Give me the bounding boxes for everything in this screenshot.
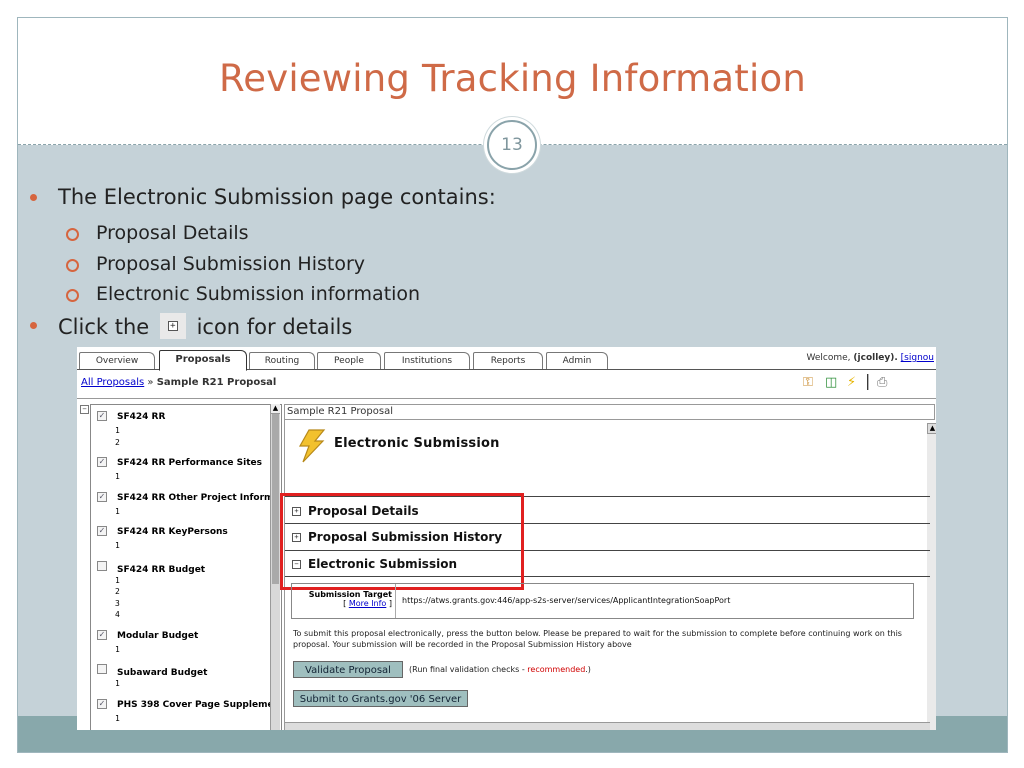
tab-admin[interactable]: Admin [546,352,608,369]
tree-subitem[interactable]: 3 [115,599,120,608]
tab-institutions[interactable]: Institutions [384,352,470,369]
submission-target-box: Submission Target [ More Info ] https://… [291,583,914,619]
checkbox-unchecked[interactable] [97,664,107,674]
tab-people[interactable]: People [317,352,381,369]
bolt-icon[interactable]: ⚡ [847,375,856,391]
submit-instructions: To submit this proposal electronically, … [293,629,902,649]
form-tree: ✓ SF424 RR 1 2 ✓ SF424 RR Performance Sites 1 ✓… [90,404,282,730]
slide-title: Reviewing Tracking Information [219,57,806,100]
tree-subitem[interactable]: 1 [115,645,120,654]
horizontal-scrollbar[interactable] [285,722,930,730]
tree-subitem[interactable]: 1 [115,472,120,481]
expand-plus-icon: + [159,313,186,339]
sub-bullet-ring-icon [66,289,79,302]
tree-item-label: SF424 RR Other Project Inform [117,492,274,503]
checkbox-checked[interactable]: ✓ [97,457,107,467]
tree-item-label: Subaward Budget [117,668,208,678]
bullet-dot-icon [30,194,37,201]
tree-item-label: SF424 RR KeyPersons [117,527,228,537]
sub-bullet-text: Proposal Submission History [96,253,366,275]
tree-item-label: SF424 RR Performance Sites [117,458,262,468]
toolbar-divider: | [865,371,871,390]
validate-note: (Run final validation checks - recommend… [409,665,591,674]
submission-target-label: Submission Target [ More Info ] [292,584,396,618]
checkbox-unchecked[interactable] [97,560,107,571]
tab-bar: Overview Proposals Routing People Instit… [77,347,936,371]
tab-reports[interactable]: Reports [473,352,543,369]
welcome-text: Welcome, (jcolley). [signou [806,353,934,363]
document-arrow-icon[interactable]: ◫ [825,375,837,391]
more-info-link[interactable]: More Info [349,599,387,608]
tree-subitem[interactable]: 1 [115,714,120,723]
tree-scrollbar[interactable]: ▲ [270,404,280,730]
tree-subitem[interactable]: 1 [115,576,120,585]
tree-subitem[interactable]: 2 [115,587,120,596]
tree-item-label: PHS 398 Cover Page Supplemer [117,699,278,710]
tree-collapse-icon[interactable]: − [80,405,89,414]
recommended-text: recommended [527,665,586,674]
bullet-text-end: icon for details [196,315,353,339]
tree-subitem[interactable]: 4 [115,610,120,619]
submit-grants-button[interactable]: Submit to Grants.gov '06 Server [293,690,468,707]
tree-item[interactable]: ✓ PHS 398 Cover Page Supplemer [97,698,278,710]
bullet-text: Click the [58,315,150,339]
validate-proposal-button[interactable]: Validate Proposal [293,661,403,678]
sub-bullet-ring-icon [66,259,79,272]
scroll-thumb[interactable] [272,414,279,584]
tree-item[interactable]: ✓ SF424 RR KeyPersons [97,526,228,537]
user-name: (jcolley). [853,353,898,363]
app-screenshot: Overview Proposals Routing People Instit… [77,347,936,730]
tree-subitem[interactable]: 1 [115,679,120,688]
tree-item[interactable]: Subaward Budget [97,664,207,678]
checkbox-checked[interactable]: ✓ [97,491,107,502]
checkbox-checked[interactable]: ✓ [97,411,107,421]
tab-proposals[interactable]: Proposals [159,350,247,371]
signout-link[interactable]: [signou [901,353,934,363]
breadcrumb-all-proposals-link[interactable]: All Proposals [81,377,144,388]
print-icon[interactable]: ⎙ [877,375,887,391]
tab-overview[interactable]: Overview [79,352,155,369]
tree-item[interactable]: SF424 RR Budget [97,560,206,575]
tree-subitem[interactable]: 1 [115,426,120,435]
tree-item-label: Modular Budget [117,630,199,641]
checkbox-checked[interactable]: ✓ [97,698,107,709]
bolt-icon [298,429,326,463]
checkbox-checked[interactable]: ✓ [97,526,107,536]
checkbox-checked[interactable]: ✓ [97,629,107,640]
tree-subitem[interactable]: 1 [115,507,120,516]
sub-bullet-ring-icon [66,228,79,241]
submission-target-url: https://atws.grants.gov:446/app-s2s-serv… [402,596,731,605]
tree-item[interactable]: ✓ Modular Budget [97,629,199,641]
bullet-text: The Electronic Submission page contains: [58,185,496,209]
scroll-up-arrow-icon[interactable]: ▲ [271,404,280,414]
tree-item[interactable]: ✓ SF424 RR Performance Sites [97,457,262,468]
tree-subitem[interactable]: 1 [115,541,120,550]
tree-item-label: SF424 RR Budget [117,564,206,575]
tree-item-label: SF424 RR [117,412,166,422]
scroll-up-arrow-icon[interactable]: ▲ [927,423,936,434]
tree-item[interactable]: ✓ SF424 RR [97,411,165,422]
highlight-box [280,493,524,590]
sub-bullet-text: Electronic Submission information [96,283,421,305]
key-icon[interactable]: ⚿ [803,375,813,391]
tree-subitem[interactable]: 2 [115,438,120,447]
divider [77,398,936,399]
panel-header: Sample R21 Proposal [284,404,935,420]
sub-bullet-text: Proposal Details [96,222,249,244]
bullet-dot-icon [30,322,37,329]
breadcrumb-current: Sample R21 Proposal [156,377,277,388]
tree-item[interactable]: ✓ SF424 RR Other Project Inform [97,491,274,503]
slide-number: 13 [487,120,537,170]
page-title: Electronic Submission [334,436,500,451]
tab-routing[interactable]: Routing [249,352,315,369]
breadcrumb: All Proposals » Sample R21 Proposal [81,377,277,388]
